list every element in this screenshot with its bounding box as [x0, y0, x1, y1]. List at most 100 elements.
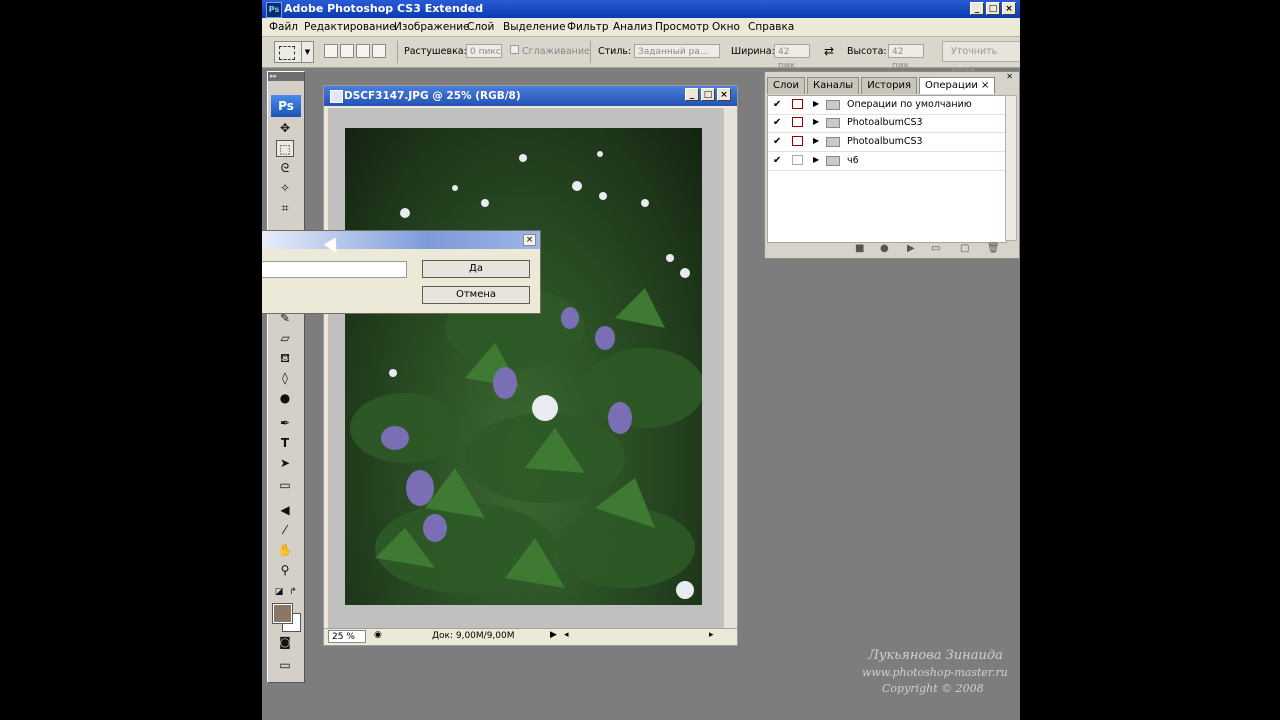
check-icon[interactable]: ✔: [773, 117, 784, 128]
dialog-toggle-icon[interactable]: [792, 155, 803, 165]
scroll-left-icon[interactable]: ◂: [564, 630, 569, 640]
crop-tool-icon[interactable]: ⌗: [276, 200, 294, 217]
blur-tool-icon[interactable]: ◊: [276, 370, 294, 387]
close-icon[interactable]: ×: [981, 80, 989, 91]
minimize-button[interactable]: _: [970, 2, 984, 15]
dialog-toggle-icon[interactable]: [792, 136, 803, 146]
new-action-icon[interactable]: ▢: [960, 243, 969, 254]
play-icon[interactable]: ▶: [907, 243, 915, 254]
menu-select[interactable]: Выделение: [503, 21, 566, 33]
ps-logo[interactable]: Ps: [271, 95, 301, 117]
cancel-button[interactable]: Отмена: [422, 286, 530, 304]
expand-triangle-icon[interactable]: ▶: [813, 117, 819, 126]
tab-layers[interactable]: Слои: [767, 77, 805, 94]
check-icon[interactable]: ✔: [773, 155, 784, 166]
record-icon[interactable]: ●: [880, 243, 889, 254]
list-item[interactable]: ✔ ▶ ч6: [768, 152, 1006, 171]
trash-icon[interactable]: 🗑: [987, 243, 1000, 254]
antialias-checkbox[interactable]: [510, 45, 519, 54]
document-title-bar[interactable]: DSCF3147.JPG @ 25% (RGB/8) _ □ ×: [324, 86, 737, 106]
notes-tool-icon[interactable]: ◀: [276, 502, 294, 519]
list-item[interactable]: ✔ ▶ PhotoalbumCS3: [768, 114, 1006, 133]
expand-triangle-icon[interactable]: ▶: [813, 155, 819, 164]
eyedropper-icon[interactable]: ⁄: [276, 522, 294, 539]
width-input[interactable]: 42 пик: [774, 44, 810, 71]
expand-triangle-icon[interactable]: ▶: [813, 99, 819, 108]
actions-list: ✔ ▶ Операции по умолчанию ✔ ▶ Photoalbum…: [767, 95, 1007, 243]
move-tool-icon[interactable]: ✥: [276, 120, 294, 137]
paint-bucket-icon[interactable]: ⛾: [276, 350, 294, 367]
menu-file[interactable]: Файл: [269, 21, 298, 33]
intersect-selection-icon[interactable]: [372, 44, 386, 58]
vertical-scrollbar[interactable]: [723, 108, 737, 628]
dialog-title-bar[interactable]: [262, 231, 540, 249]
status-menu-icon[interactable]: ◉: [374, 630, 382, 640]
panel-close-icon[interactable]: ✕: [1006, 72, 1013, 81]
dialog-toggle-icon[interactable]: [792, 99, 803, 109]
add-selection-icon[interactable]: [340, 44, 354, 58]
new-set-icon[interactable]: ▭: [931, 243, 940, 254]
swap-dimensions-icon[interactable]: ⇄: [824, 44, 834, 58]
hand-tool-icon[interactable]: ✋: [276, 542, 294, 559]
refine-edge-button[interactable]: Уточнить край: [942, 41, 1020, 77]
feather-input[interactable]: 0 пикс: [466, 44, 502, 58]
type-tool-icon[interactable]: T: [276, 435, 294, 452]
path-select-icon[interactable]: ➤: [276, 455, 294, 472]
list-item[interactable]: ✔ ▶ Операции по умолчанию: [768, 96, 1006, 115]
tool-preset-picker[interactable]: ▼: [274, 41, 314, 63]
doc-minimize-button[interactable]: _: [685, 88, 699, 101]
doc-close-button[interactable]: ×: [717, 88, 731, 101]
watermark-author: Лукьянова Зинаида: [868, 648, 1003, 663]
zoom-field[interactable]: 25 %: [328, 630, 366, 643]
ok-button[interactable]: Да: [422, 260, 530, 278]
shape-tool-icon[interactable]: ▭: [276, 477, 294, 494]
lasso-tool-icon[interactable]: ᘓ: [276, 160, 294, 177]
doc-maximize-button[interactable]: □: [701, 88, 715, 101]
panel-scrollbar[interactable]: [1005, 95, 1017, 241]
style-select[interactable]: Заданный ра...: [634, 44, 720, 58]
panel-tabs: Слои Каналы История Операции ×: [765, 77, 996, 95]
quick-mask-icon[interactable]: ◙: [276, 634, 294, 651]
menu-help[interactable]: Справка: [748, 21, 794, 33]
menu-layer[interactable]: Слой: [467, 21, 494, 33]
dialog-close-button[interactable]: ×: [523, 234, 536, 246]
status-arrow-icon[interactable]: ▶: [550, 630, 557, 640]
toolbox-grip[interactable]: ▸▸: [268, 72, 304, 81]
folder-icon: [826, 100, 840, 110]
subtract-selection-icon[interactable]: [356, 44, 370, 58]
list-item[interactable]: ✔ ▶ PhotoalbumCS3: [768, 133, 1006, 152]
document-icon: [330, 90, 343, 103]
dialog-toggle-icon[interactable]: [792, 117, 803, 127]
expand-triangle-icon[interactable]: ▶: [813, 136, 819, 145]
menu-filter[interactable]: Фильтр: [567, 21, 609, 33]
title-bar: Ps Adobe Photoshop CS3 Extended _ □ ×: [262, 0, 1020, 18]
swap-colors-icon[interactable]: ↱: [284, 584, 302, 601]
screen-mode-icon[interactable]: ▭: [276, 657, 294, 674]
tab-actions[interactable]: Операции ×: [918, 77, 996, 94]
height-input[interactable]: 42 пик: [888, 44, 924, 71]
tab-history[interactable]: История: [861, 77, 917, 94]
new-selection-icon[interactable]: [324, 44, 338, 58]
magic-wand-icon[interactable]: ✧: [276, 180, 294, 197]
zoom-tool-icon[interactable]: ⚲: [276, 562, 294, 579]
marquee-tool-icon[interactable]: ⬚: [276, 140, 294, 157]
menu-image[interactable]: Изображение: [394, 21, 470, 33]
check-icon[interactable]: ✔: [773, 136, 784, 147]
menu-edit[interactable]: Редактирование: [304, 21, 396, 33]
dodge-tool-icon[interactable]: ●: [276, 390, 294, 407]
name-input[interactable]: [262, 261, 407, 278]
maximize-button[interactable]: □: [986, 2, 1000, 15]
pen-tool-icon[interactable]: ✒: [276, 415, 294, 432]
eraser-tool-icon[interactable]: ▱: [276, 330, 294, 347]
menu-view[interactable]: Просмотр: [655, 21, 709, 33]
tab-channels[interactable]: Каналы: [807, 77, 860, 94]
menu-window[interactable]: Окно: [712, 21, 740, 33]
stop-icon[interactable]: ■: [855, 243, 864, 254]
scroll-right-icon[interactable]: ▸: [709, 630, 714, 640]
check-icon[interactable]: ✔: [773, 99, 784, 110]
foreground-color-swatch[interactable]: [273, 604, 292, 623]
close-button[interactable]: ×: [1002, 2, 1016, 15]
menu-analysis[interactable]: Анализ: [613, 21, 653, 33]
photo-canvas[interactable]: [345, 128, 702, 605]
canvas-area[interactable]: [328, 108, 723, 628]
